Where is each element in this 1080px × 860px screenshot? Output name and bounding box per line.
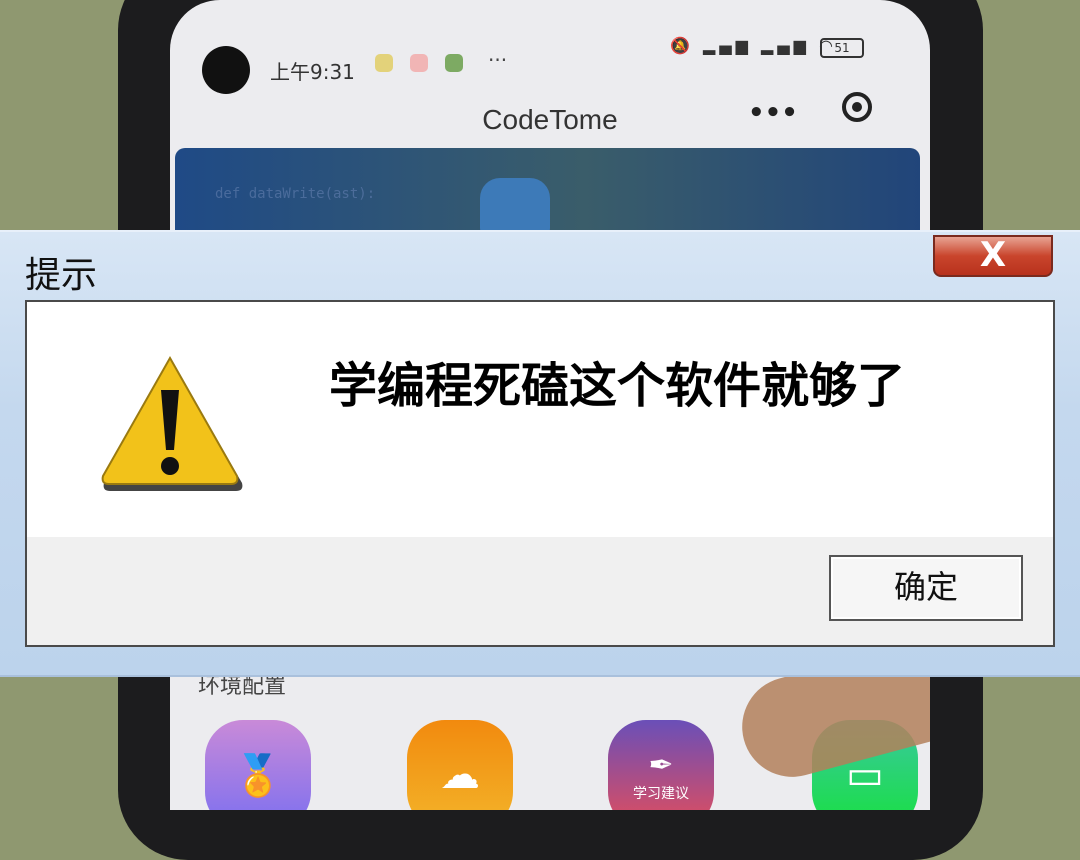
app-icon-label: 学习建议 <box>633 785 689 802</box>
dialog-content: 学编程死磕这个软件就够了 <box>27 302 1053 537</box>
quill-glyph: ✒ <box>648 747 674 783</box>
signal-hd-icon: ▂▄▆ <box>703 36 752 55</box>
message-icon <box>445 54 463 72</box>
battery-indicator: 51 <box>820 38 864 58</box>
medal-icon[interactable]: 🏅 <box>205 720 311 810</box>
warning-icon <box>101 355 243 491</box>
status-icons: 🔕 ▂▄▆ ▂▄▆ ◠ <box>670 36 837 55</box>
quill-icon[interactable]: ✒ 学习建议 <box>608 720 714 810</box>
status-time: 上午9:31 <box>270 60 355 84</box>
more-notifications: ··· <box>488 48 508 72</box>
front-camera <box>202 46 250 94</box>
more-menu-button[interactable]: ••• <box>748 98 798 128</box>
ok-button[interactable]: 确定 <box>829 555 1023 621</box>
dialog-title: 提示 <box>25 255 98 296</box>
dialog-panel: 学编程死磕这个软件就够了 确定 <box>25 300 1055 647</box>
mute-icon: 🔕 <box>670 36 694 55</box>
music-icon <box>375 54 393 72</box>
close-miniprogram-button[interactable] <box>842 92 872 122</box>
app-title: CodeTome <box>482 104 618 135</box>
dialog-message: 学编程死磕这个软件就够了 <box>328 358 905 414</box>
banner-code: def dataWrite(ast): <box>215 186 376 202</box>
alert-dialog: 提示 X 学编程死磕这个软件就够了 确定 <box>0 230 1080 677</box>
cloud-download-icon[interactable]: ☁ <box>407 720 513 810</box>
close-button[interactable]: X <box>933 235 1053 277</box>
record-icon <box>410 54 428 72</box>
signal-hd-icon: ▂▄▆ <box>761 36 810 55</box>
